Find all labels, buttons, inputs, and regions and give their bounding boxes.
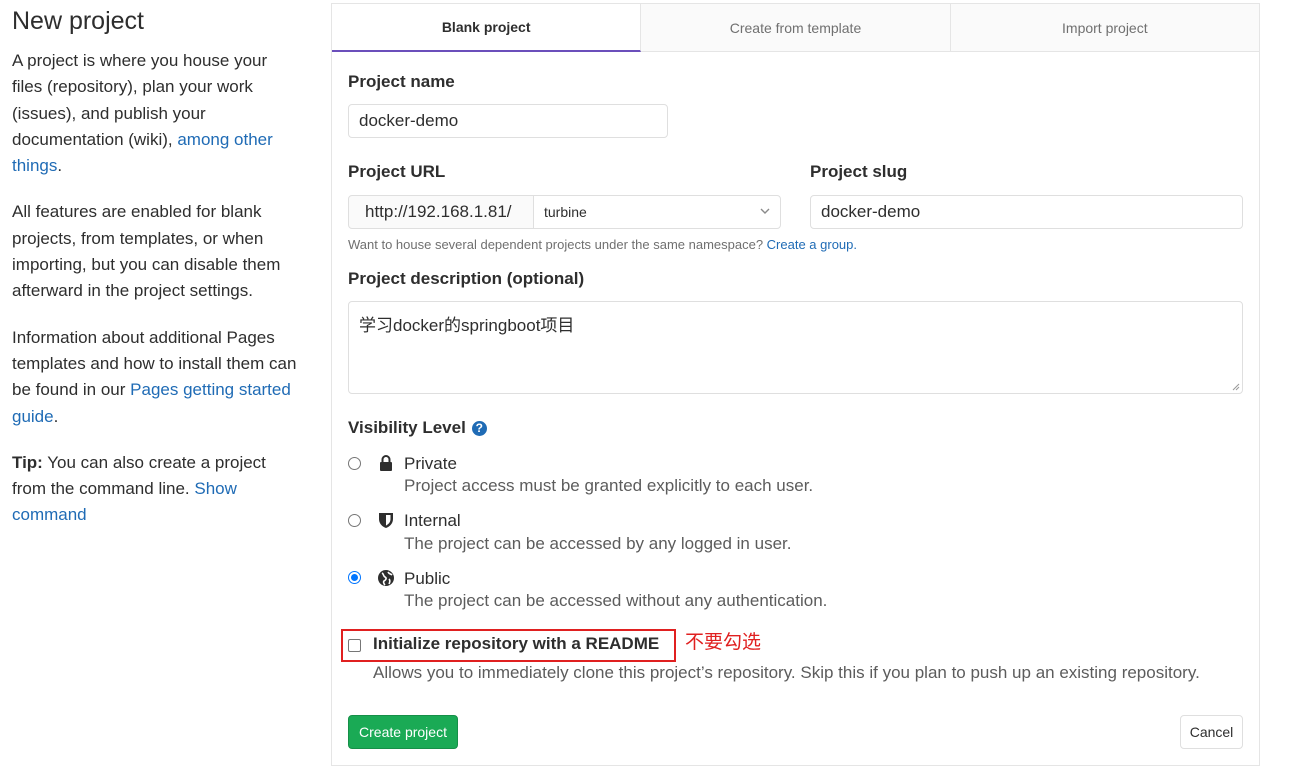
project-slug-label: Project slug: [810, 162, 908, 181]
namespace-select[interactable]: turbine: [533, 195, 781, 229]
visibility-internal-name: Internal: [404, 511, 461, 530]
page-title: New project: [12, 7, 144, 35]
visibility-private-name: Private: [404, 454, 457, 473]
shield-icon: [379, 513, 393, 528]
globe-icon: [378, 570, 394, 586]
visibility-level-label: Visibility Level ?: [348, 418, 487, 438]
project-tabs: Blank project Create from template Impor…: [332, 4, 1259, 52]
tip-paragraph: Tip: You can also create a project from …: [12, 452, 266, 525]
project-name-input[interactable]: docker-demo: [348, 104, 668, 138]
visibility-internal-desc: The project can be accessed by any logge…: [404, 534, 792, 553]
question-icon[interactable]: ?: [471, 420, 487, 436]
resize-handle-icon[interactable]: [1232, 383, 1240, 391]
readme-label[interactable]: Initialize repository with a README: [373, 634, 659, 654]
project-name-label: Project name: [348, 72, 455, 91]
project-description-label: Project description (optional): [348, 269, 585, 288]
namespace-help: Want to house several dependent projects…: [348, 237, 858, 252]
pages-paragraph: Information about additional Pages templ…: [12, 327, 297, 426]
readme-description: Allows you to immediately clone this pro…: [373, 663, 1200, 682]
visibility-public-desc: The project can be accessed without any …: [404, 591, 828, 610]
visibility-private-desc: Project access must be granted explicitl…: [404, 476, 814, 495]
tab-import-project[interactable]: Import project: [951, 4, 1259, 51]
project-description-textarea[interactable]: 学习docker的springboot项目: [348, 301, 1243, 394]
new-project-panel: Blank project Create from template Impor…: [331, 3, 1260, 766]
chevron-down-icon: [760, 208, 770, 214]
create-project-button[interactable]: Create project: [348, 715, 458, 749]
annotation-note: 不要勾选: [685, 632, 762, 653]
readme-checkbox[interactable]: [348, 639, 361, 652]
visibility-internal-radio[interactable]: [348, 514, 361, 527]
intro-paragraph: A project is where you house your files …: [12, 51, 273, 176]
sidebar: New project A project is where you house…: [12, 4, 302, 549]
create-group-link[interactable]: Create a group.: [767, 237, 857, 252]
visibility-public-radio[interactable]: [348, 571, 361, 584]
project-slug-input[interactable]: docker-demo: [810, 195, 1243, 229]
features-paragraph: All features are enabled for blank proje…: [12, 202, 281, 301]
tab-blank-project[interactable]: Blank project: [332, 4, 642, 52]
tab-create-from-template[interactable]: Create from template: [641, 4, 951, 51]
visibility-public-name: Public: [404, 569, 451, 588]
project-url-label: Project URL: [348, 162, 446, 181]
lock-icon: [380, 455, 392, 471]
visibility-private-radio[interactable]: [348, 457, 361, 470]
url-prefix: http://192.168.1.81/: [348, 195, 534, 229]
cancel-button[interactable]: Cancel: [1180, 715, 1243, 749]
